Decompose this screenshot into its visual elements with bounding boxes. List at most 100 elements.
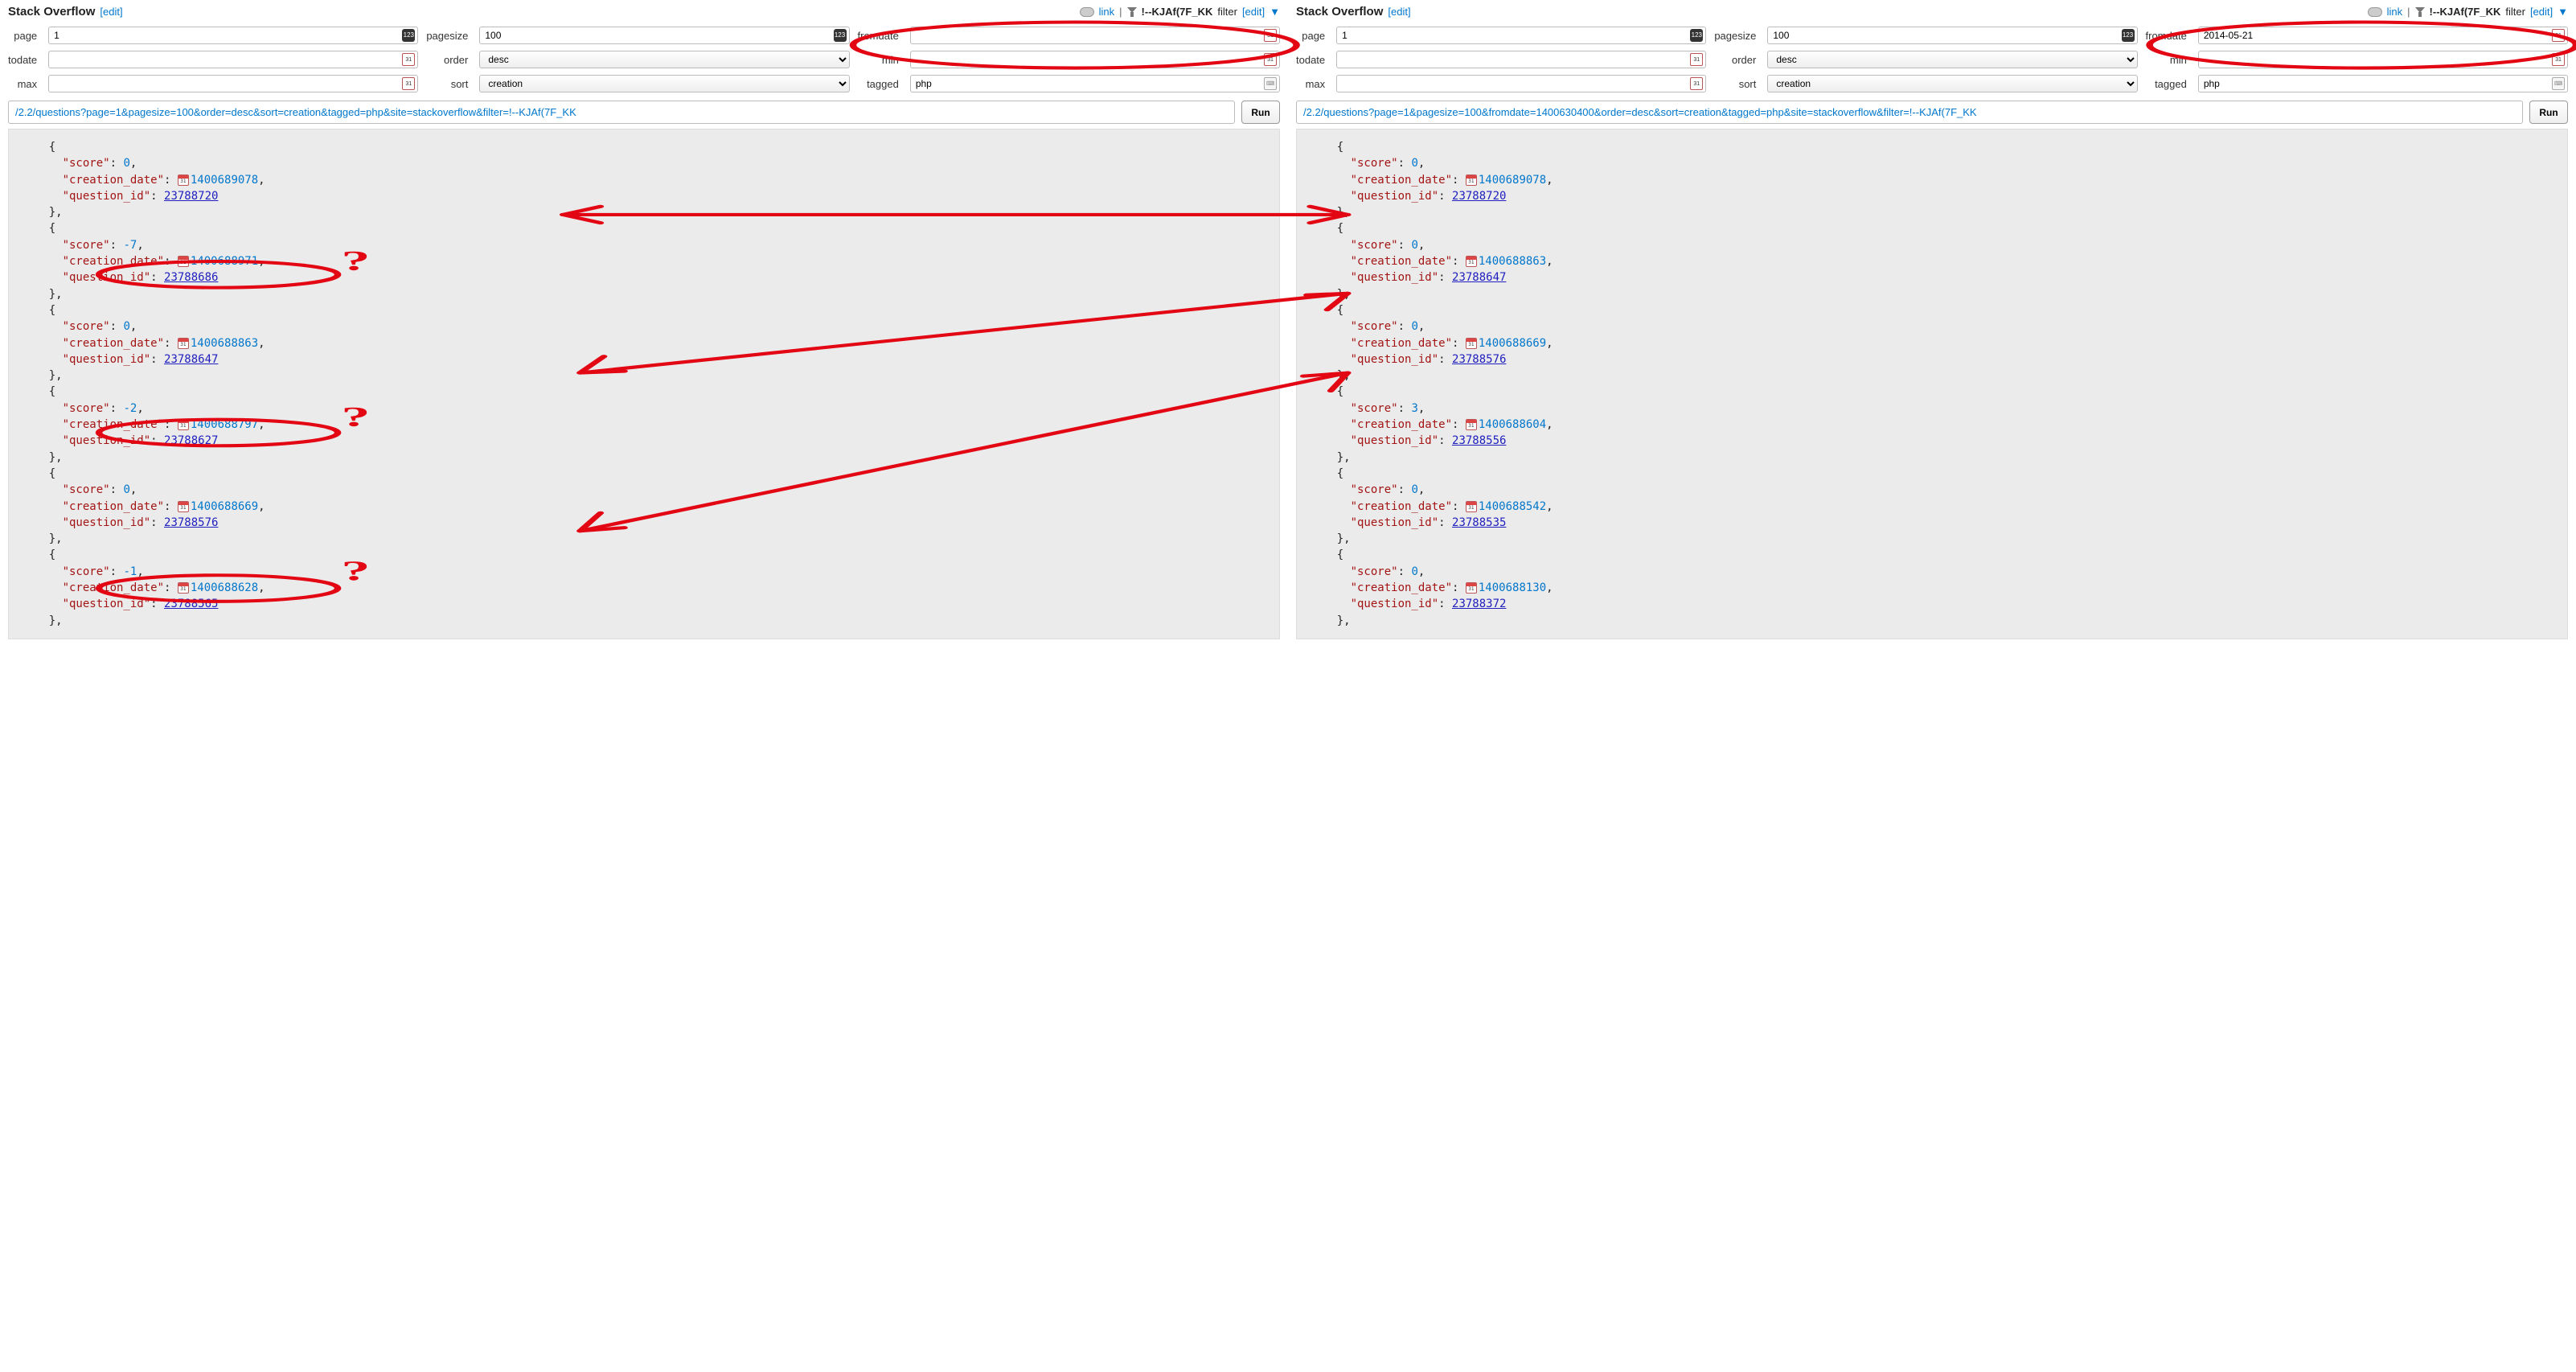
min-input[interactable] xyxy=(910,51,1280,68)
header-row: Stack Overflow [edit] link | !--KJAf(7F_… xyxy=(8,5,1280,18)
filter-word: filter xyxy=(1217,6,1237,18)
link-icon xyxy=(1080,7,1094,17)
params-grid: page123 pagesize123 fromdate todate orde… xyxy=(8,23,1280,96)
fromdate-input[interactable] xyxy=(910,27,1280,44)
question-id-link[interactable]: 23788565 xyxy=(164,598,218,610)
params-grid: page 123 pagesize 123 fromdate todate orde… xyxy=(1296,23,2568,96)
order-select[interactable]: desc xyxy=(1767,51,2137,68)
number-icon: 123 xyxy=(834,29,847,42)
run-button[interactable]: Run xyxy=(1241,101,1280,124)
page-input[interactable] xyxy=(48,27,418,44)
site-edit-link[interactable]: [edit] xyxy=(100,6,122,18)
question-id-link[interactable]: 23788627 xyxy=(164,434,218,447)
question-id-link[interactable]: 23788576 xyxy=(1452,353,1506,366)
calendar-icon xyxy=(2552,53,2565,66)
question-id-link[interactable]: 23788647 xyxy=(1452,271,1506,284)
header-row: Stack Overflow [edit] link | !--KJAf(7F_… xyxy=(1296,5,2568,18)
link-icon xyxy=(2368,7,2382,17)
calendar-icon xyxy=(178,419,189,430)
max-input[interactable] xyxy=(1336,75,1706,92)
min-input[interactable] xyxy=(2198,51,2568,68)
filter-icon xyxy=(1127,7,1137,17)
calendar-icon xyxy=(178,582,189,594)
filter-value: !--KJAf(7F_KK xyxy=(1142,6,1213,18)
sort-select[interactable]: creation xyxy=(1767,75,2137,92)
pagesize-label: pagesize xyxy=(1714,30,1759,42)
filter-edit-link[interactable]: [edit] xyxy=(1242,6,1265,18)
pagesize-label: pagesize xyxy=(426,30,471,42)
todate-label: todate xyxy=(8,54,40,66)
filter-value: !--KJAf(7F_KK xyxy=(2430,6,2501,18)
fromdate-label: fromdate xyxy=(858,30,902,42)
filter-word: filter xyxy=(2505,6,2525,18)
calendar-icon xyxy=(1690,53,1703,66)
calendar-icon xyxy=(402,77,415,90)
question-id-link[interactable]: 23788535 xyxy=(1452,516,1506,529)
order-select[interactable]: desc xyxy=(479,51,849,68)
question-id-link[interactable]: 23788720 xyxy=(164,190,218,203)
sort-label: sort xyxy=(1714,78,1759,90)
keyboard-icon: ⌨ xyxy=(1264,77,1277,90)
calendar-icon xyxy=(178,175,189,186)
max-label: max xyxy=(1296,78,1328,90)
pagesize-input[interactable] xyxy=(479,27,849,44)
tagged-label: tagged xyxy=(2146,78,2190,90)
tagged-label: tagged xyxy=(858,78,902,90)
calendar-icon xyxy=(1466,175,1477,186)
sort-label: sort xyxy=(426,78,471,90)
number-icon: 123 xyxy=(402,29,415,42)
link-text[interactable]: link xyxy=(1099,6,1115,18)
tagged-input[interactable] xyxy=(910,75,1280,92)
calendar-icon xyxy=(1264,29,1277,42)
max-input[interactable] xyxy=(48,75,418,92)
filter-icon xyxy=(2415,7,2425,17)
calendar-icon xyxy=(178,256,189,267)
url-row: /2.2/questions?page=1&pagesize=100&order… xyxy=(8,101,1280,124)
calendar-icon xyxy=(1466,256,1477,267)
todate-input[interactable] xyxy=(1336,51,1706,68)
calendar-icon xyxy=(1466,338,1477,349)
max-label: max xyxy=(8,78,40,90)
page-label: page xyxy=(1296,30,1328,42)
dropdown-icon[interactable]: ▼ xyxy=(1270,6,1280,18)
keyboard-icon: ⌨ xyxy=(2552,77,2565,90)
url-row: /2.2/questions?page=1&pagesize=100&fromd… xyxy=(1296,101,2568,124)
question-id-link[interactable]: 23788556 xyxy=(1452,434,1506,447)
run-button[interactable]: Run xyxy=(2529,101,2568,124)
calendar-icon xyxy=(178,501,189,512)
request-url[interactable]: /2.2/questions?page=1&pagesize=100&order… xyxy=(8,101,1235,124)
question-id-link[interactable]: 23788720 xyxy=(1452,190,1506,203)
site-edit-link[interactable]: [edit] xyxy=(1388,6,1410,18)
tagged-input[interactable] xyxy=(2198,75,2568,92)
question-id-link[interactable]: 23788372 xyxy=(1452,598,1506,610)
sort-select[interactable]: creation xyxy=(479,75,849,92)
number-icon: 123 xyxy=(2122,29,2135,42)
pagesize-input[interactable] xyxy=(1767,27,2137,44)
question-id-link[interactable]: 23788576 xyxy=(164,516,218,529)
calendar-icon xyxy=(1466,582,1477,594)
calendar-icon xyxy=(1690,77,1703,90)
results-json: { "score": 0, "creation_date": 140068907… xyxy=(1296,129,2568,639)
dropdown-icon[interactable]: ▼ xyxy=(2558,6,2568,18)
request-url[interactable]: /2.2/questions?page=1&pagesize=100&fromd… xyxy=(1296,101,2523,124)
fromdate-input[interactable] xyxy=(2198,27,2568,44)
min-label: min xyxy=(2146,54,2190,66)
calendar-icon xyxy=(178,338,189,349)
calendar-icon xyxy=(1466,419,1477,430)
fromdate-label: fromdate xyxy=(2146,30,2190,42)
calendar-icon xyxy=(402,53,415,66)
number-icon: 123 xyxy=(1690,29,1703,42)
calendar-icon xyxy=(2552,29,2565,42)
link-text[interactable]: link xyxy=(2387,6,2403,18)
question-id-link[interactable]: 23788647 xyxy=(164,353,218,366)
order-label: order xyxy=(1714,54,1759,66)
todate-input[interactable] xyxy=(48,51,418,68)
calendar-icon xyxy=(1264,53,1277,66)
question-id-link[interactable]: 23788686 xyxy=(164,271,218,284)
filter-edit-link[interactable]: [edit] xyxy=(2530,6,2553,18)
min-label: min xyxy=(858,54,902,66)
calendar-icon xyxy=(1466,501,1477,512)
page-input[interactable] xyxy=(1336,27,1706,44)
todate-label: todate xyxy=(1296,54,1328,66)
order-label: order xyxy=(426,54,471,66)
